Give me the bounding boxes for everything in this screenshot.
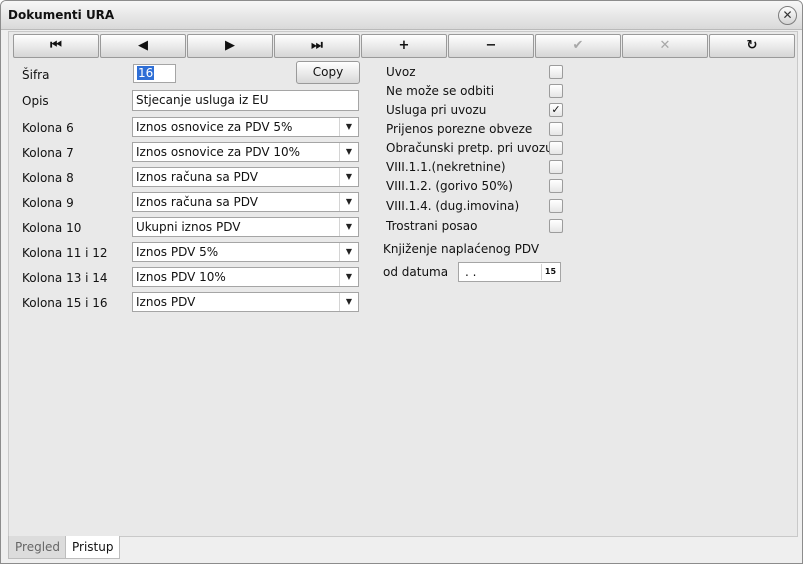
kolona-9-value: Iznos računa sa PDV <box>136 195 259 209</box>
option-viii-1-2-checkbox[interactable] <box>549 179 563 193</box>
knjizenje-heading: Knjiženje naplaćenog PDV <box>383 242 540 256</box>
first-record-button[interactable]: ⏮ <box>13 34 99 58</box>
opis-input[interactable]: Stjecanje usluga iz EU <box>132 90 359 111</box>
kolona-10-value: Ukupni iznos PDV <box>136 220 241 234</box>
option-viii-1-1-label: VIII.1.1.(nekretnine) <box>386 160 506 174</box>
sifra-input[interactable]: 16 <box>133 64 176 83</box>
next-record-button[interactable]: ▶ <box>187 34 273 58</box>
kolona-6-label: Kolona 6 <box>22 121 74 135</box>
kolona-13-14-value: Iznos PDV 10% <box>136 270 226 284</box>
delete-record-button[interactable]: − <box>448 34 534 58</box>
kolona-15-16-value: Iznos PDV <box>136 295 196 309</box>
option-uvoz-checkbox[interactable] <box>549 65 563 79</box>
option-viii-1-1-checkbox[interactable] <box>549 160 563 174</box>
dokumenti-ura-window: Dokumenti URA ✕ ⏮ ◀ ▶ ⏭ + − ✔ ✕ ↻ Šifra … <box>0 0 803 564</box>
checkmark-icon: ✓ <box>551 103 561 116</box>
kolona-9-select[interactable]: Iznos računa sa PDV ▼ <box>132 192 359 212</box>
chevron-down-icon[interactable]: ▼ <box>339 193 358 211</box>
chevron-down-icon[interactable]: ▼ <box>339 168 358 186</box>
option-trostrani-posao-label: Trostrani posao <box>386 219 478 233</box>
kolona-11-12-label: Kolona 11 i 12 <box>22 246 108 260</box>
chevron-down-icon[interactable]: ▼ <box>339 293 358 311</box>
sifra-value: 16 <box>137 66 155 80</box>
kolona-11-12-select[interactable]: Iznos PDV 5% ▼ <box>132 242 359 262</box>
copy-button[interactable]: Copy <box>296 61 360 84</box>
option-usluga-pri-uvozu-label: Usluga pri uvozu <box>386 103 487 117</box>
kolona-7-value: Iznos osnovice za PDV 10% <box>136 145 301 159</box>
kolona-15-16-label: Kolona 15 i 16 <box>22 296 108 310</box>
option-ne-moze-se-odbiti-checkbox[interactable] <box>549 84 563 98</box>
od-datuma-label: od datuma <box>383 265 449 279</box>
calendar-icon[interactable]: 15 <box>541 264 559 280</box>
window-title: Dokumenti URA <box>8 8 115 22</box>
kolona-7-select[interactable]: Iznos osnovice za PDV 10% ▼ <box>132 142 359 162</box>
last-record-button[interactable]: ⏭ <box>274 34 360 58</box>
option-viii-1-4-checkbox[interactable] <box>549 199 563 213</box>
kolona-9-label: Kolona 9 <box>22 196 74 210</box>
kolona-10-select[interactable]: Ukupni iznos PDV ▼ <box>132 217 359 237</box>
navigation-toolbar: ⏮ ◀ ▶ ⏭ + − ✔ ✕ ↻ <box>13 34 795 58</box>
title-bar: Dokumenti URA ✕ <box>1 1 802 30</box>
confirm-button[interactable]: ✔ <box>535 34 621 58</box>
kolona-7-label: Kolona 7 <box>22 146 74 160</box>
option-viii-1-2-label: VIII.1.2. (gorivo 50%) <box>386 179 513 193</box>
cancel-button[interactable]: ✕ <box>622 34 708 58</box>
option-prijenos-porezne-obveze-checkbox[interactable] <box>549 122 563 136</box>
kolona-6-select[interactable]: Iznos osnovice za PDV 5% ▼ <box>132 117 359 137</box>
tab-pristup[interactable]: Pristup <box>65 536 121 559</box>
tab-pregled[interactable]: Pregled <box>8 536 68 559</box>
option-uvoz-label: Uvoz <box>386 65 416 79</box>
kolona-8-label: Kolona 8 <box>22 171 74 185</box>
kolona-13-14-select[interactable]: Iznos PDV 10% ▼ <box>132 267 359 287</box>
kolona-10-label: Kolona 10 <box>22 221 82 235</box>
add-record-button[interactable]: + <box>361 34 447 58</box>
chevron-down-icon[interactable]: ▼ <box>339 268 358 286</box>
refresh-button[interactable]: ↻ <box>709 34 795 58</box>
sifra-label: Šifra <box>22 68 50 82</box>
kolona-13-14-label: Kolona 13 i 14 <box>22 271 108 285</box>
kolona-8-value: Iznos računa sa PDV <box>136 170 259 184</box>
close-window-button[interactable]: ✕ <box>778 6 797 25</box>
kolona-8-select[interactable]: Iznos računa sa PDV ▼ <box>132 167 359 187</box>
kolona-11-12-value: Iznos PDV 5% <box>136 245 219 259</box>
chevron-down-icon[interactable]: ▼ <box>339 243 358 261</box>
option-obracunski-pretp-label: Obračunski pretp. pri uvozu <box>386 141 553 155</box>
option-ne-moze-se-odbiti-label: Ne može se odbiti <box>386 84 495 98</box>
main-panel: ⏮ ◀ ▶ ⏭ + − ✔ ✕ ↻ Šifra 16 Copy Opis Stj… <box>8 31 798 537</box>
option-trostrani-posao-checkbox[interactable] <box>549 219 563 233</box>
opis-label: Opis <box>22 94 49 108</box>
chevron-down-icon[interactable]: ▼ <box>339 143 358 161</box>
option-viii-1-4-label: VIII.1.4. (dug.imovina) <box>386 199 520 213</box>
previous-record-button[interactable]: ◀ <box>100 34 186 58</box>
option-usluga-pri-uvozu-checkbox[interactable]: ✓ <box>549 103 563 117</box>
option-obracunski-pretp-checkbox[interactable] <box>549 141 563 155</box>
od-datuma-value: . . <box>465 265 477 279</box>
chevron-down-icon[interactable]: ▼ <box>339 118 358 136</box>
kolona-6-value: Iznos osnovice za PDV 5% <box>136 120 293 134</box>
kolona-15-16-select[interactable]: Iznos PDV ▼ <box>132 292 359 312</box>
chevron-down-icon[interactable]: ▼ <box>339 218 358 236</box>
option-prijenos-porezne-obveze-label: Prijenos porezne obveze <box>386 122 533 136</box>
od-datuma-input[interactable]: . . 15 <box>458 262 561 282</box>
